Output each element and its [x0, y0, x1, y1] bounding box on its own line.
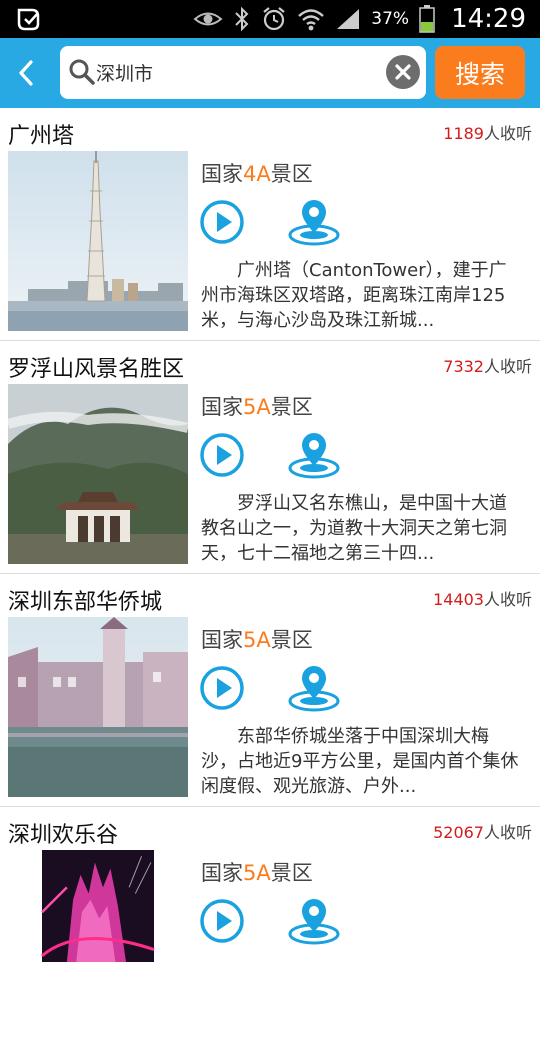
listen-number: 52067 [433, 823, 484, 842]
status-bar: 37% 14:29 [0, 0, 540, 38]
attraction-photo[interactable] [8, 151, 188, 331]
listen-number: 7332 [443, 357, 484, 376]
grade-prefix: 国家 [201, 861, 243, 885]
attraction-name: 广州塔 [8, 124, 75, 149]
eye-icon [193, 12, 223, 26]
listen-count: 52067人收听 [433, 819, 532, 843]
alarm-icon [263, 7, 285, 31]
listen-suffix: 人收听 [483, 357, 532, 376]
scenic-grade: 国家5A景区 [201, 857, 313, 887]
listen-suffix: 人收听 [483, 823, 532, 842]
attraction-description: 广州塔（CantonTower），建于广州市海珠区双塔路，距离珠江南岸125米，… [201, 260, 507, 331]
grade-suffix: 景区 [270, 395, 313, 419]
grade-level: 5A [243, 861, 271, 885]
attraction-list: 广州塔 1189人收听 国家4A景区 广州塔（CantonTower），建于广州… [0, 108, 540, 1040]
grade-prefix: 国家 [201, 162, 243, 186]
map-pin-icon[interactable] [287, 197, 341, 247]
wifi-icon [298, 9, 325, 31]
attraction-item[interactable]: 广州塔 1189人收听 国家4A景区 广州塔（CantonTower），建于广州… [0, 108, 540, 341]
status-right: 37% 14:29 [193, 0, 526, 38]
listen-count: 1189人收听 [443, 120, 532, 144]
back-button[interactable] [10, 56, 44, 90]
clear-search-button[interactable] [386, 55, 420, 89]
search-button[interactable]: 搜索 [435, 46, 525, 99]
clock: 14:29 [451, 4, 526, 34]
battery-percent: 37% [371, 9, 410, 29]
search-input[interactable] [96, 55, 376, 89]
attraction-item[interactable]: 深圳东部华侨城 14403人收听 国家5A景区 东部华侨城坐落于中国深圳大梅沙，… [0, 574, 540, 807]
battery-icon [419, 5, 435, 33]
attraction-item[interactable]: 罗浮山风景名胜区 7332人收听 国家5A景区 罗浮山又名东樵山，是中国十大道教… [0, 341, 540, 574]
grade-suffix: 景区 [270, 628, 313, 652]
grade-suffix: 景区 [270, 162, 313, 186]
scenic-grade: 国家4A景区 [201, 158, 313, 188]
attraction-photo[interactable] [8, 384, 188, 564]
play-icon[interactable] [199, 432, 245, 478]
bluetooth-icon [235, 6, 249, 32]
play-icon[interactable] [199, 199, 245, 245]
listen-suffix: 人收听 [483, 590, 532, 609]
listen-number: 1189 [443, 124, 484, 143]
grade-prefix: 国家 [201, 628, 243, 652]
signal-icon [337, 9, 360, 29]
listen-suffix: 人收听 [483, 124, 532, 143]
attraction-name: 深圳东部华侨城 [8, 590, 163, 615]
map-pin-icon[interactable] [287, 663, 341, 713]
attraction-description: 东部华侨城坐落于中国深圳大梅沙，占地近9平方公里，是国内首个集休闲度假、观光旅游… [201, 726, 519, 797]
grade-level: 4A [243, 162, 271, 186]
attraction-name: 深圳欢乐谷 [8, 823, 119, 848]
scenic-grade: 国家5A景区 [201, 624, 313, 654]
scenic-grade: 国家5A景区 [201, 391, 313, 421]
grade-prefix: 国家 [201, 395, 243, 419]
search-icon [69, 59, 95, 85]
notification-icon [17, 8, 40, 31]
listen-count: 7332人收听 [443, 353, 532, 377]
attraction-description [201, 957, 523, 1032]
attraction-item[interactable]: 深圳欢乐谷 52067人收听 国家5A景区 [0, 807, 540, 1040]
search-header: 搜索 [0, 38, 540, 108]
grade-level: 5A [243, 628, 271, 652]
grade-level: 5A [243, 395, 271, 419]
play-icon[interactable] [199, 898, 245, 944]
play-icon[interactable] [199, 665, 245, 711]
map-pin-icon[interactable] [287, 896, 341, 946]
grade-suffix: 景区 [270, 861, 313, 885]
listen-number: 14403 [433, 590, 484, 609]
search-box [60, 46, 426, 99]
map-pin-icon[interactable] [287, 430, 341, 480]
attraction-photo[interactable] [8, 850, 188, 962]
attraction-photo[interactable] [8, 617, 188, 797]
listen-count: 14403人收听 [433, 586, 532, 610]
attraction-name: 罗浮山风景名胜区 [8, 357, 185, 382]
attraction-description: 罗浮山又名东樵山，是中国十大道教名山之一，为道教十大洞天之第七洞天，七十二福地之… [201, 493, 507, 564]
